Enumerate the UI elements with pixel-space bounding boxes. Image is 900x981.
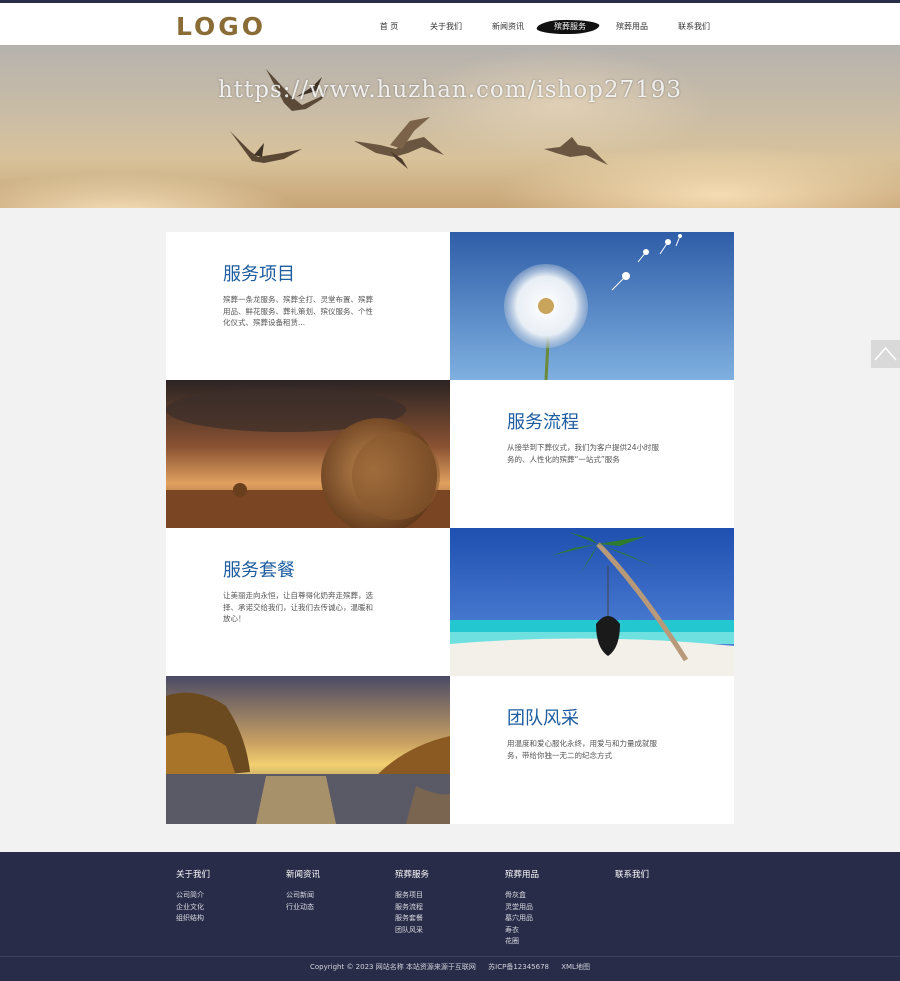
hay-bale-image — [166, 380, 450, 528]
footer-column-title[interactable]: 联系我们 — [615, 868, 715, 880]
footer-link[interactable]: 服务套餐 — [395, 913, 495, 925]
nav-item-funeral-service[interactable]: 殡葬服务 — [535, 17, 601, 37]
footer-column-services: 殡葬服务 服务项目 服务流程 服务套餐 团队风采 — [395, 868, 495, 936]
hero-banner: https://www.huzhan.com/ishop27193 — [0, 45, 900, 208]
services-grid: 服务项目 殡葬一条龙服务、殡葬全打、灵堂布置、殡葬用品、鲜花服务、葬礼策划、殡仪… — [166, 232, 734, 824]
card-title: 团队风采 — [507, 708, 579, 729]
footer-column-about: 关于我们 公司简介 企业文化 组织结构 — [176, 868, 276, 925]
icp-link[interactable]: 苏ICP备12345678 — [488, 963, 549, 971]
copyright-text: Copyright © 2023 网站名称 本站资源来源于互联网 — [310, 963, 476, 971]
footer-link[interactable]: 行业动态 — [286, 902, 386, 914]
dandelion-image — [450, 232, 734, 380]
nav-item-about[interactable]: 关于我们 — [415, 17, 477, 37]
footer-link[interactable]: 团队风采 — [395, 925, 495, 937]
card-description: 殡葬一条龙服务、殡葬全打、灵堂布置、殡葬用品、鲜花服务、葬礼策划、殡仪服务、个性… — [223, 295, 373, 327]
site-footer: 关于我们 公司简介 企业文化 组织结构 新闻资讯 公司新闻 行业动态 殡葬服务 … — [0, 852, 900, 981]
card-title: 服务流程 — [507, 412, 579, 433]
card-description: 用温度和爱心服化永终，用爱与和力量成就服务，带给你独一无二的纪念方式 — [507, 739, 657, 760]
card-description: 从接举到下葬仪式，我们为客户提供24小时服务的、人性化的殡葬“一站式”服务 — [507, 443, 660, 464]
footer-column-title[interactable]: 关于我们 — [176, 868, 276, 880]
footer-link[interactable]: 服务流程 — [395, 902, 495, 914]
footer-link[interactable]: 公司新闻 — [286, 890, 386, 902]
footer-link[interactable]: 企业文化 — [176, 902, 276, 914]
nav-item-funeral-supplies[interactable]: 殡葬用品 — [601, 17, 663, 37]
chevron-up-icon — [874, 346, 897, 361]
site-header: LOGO 首 页 关于我们 新闻资讯 殡葬服务 殡葬用品 联系我们 — [0, 3, 900, 45]
nav-item-home[interactable]: 首 页 — [358, 17, 420, 37]
river-sunset-image — [166, 676, 450, 824]
sitemap-link[interactable]: XML地图 — [561, 963, 590, 971]
footer-link[interactable]: 寿衣 — [505, 925, 605, 937]
footer-link[interactable]: 服务项目 — [395, 890, 495, 902]
beach-palm-image — [450, 528, 734, 676]
watermark-text: https://www.huzhan.com/ishop27193 — [217, 77, 683, 103]
copyright-bar: Copyright © 2023 网站名称 本站资源来源于互联网 苏ICP备12… — [0, 962, 900, 972]
footer-column-title[interactable]: 殡葬服务 — [395, 868, 495, 880]
card-title: 服务套餐 — [223, 560, 295, 581]
service-card-process[interactable]: 服务流程 从接举到下葬仪式，我们为客户提供24小时服务的、人性化的殡葬“一站式”… — [450, 380, 734, 528]
nav-item-contact[interactable]: 联系我们 — [663, 17, 725, 37]
site-logo[interactable]: LOGO — [176, 12, 266, 41]
footer-link[interactable]: 公司简介 — [176, 890, 276, 902]
footer-column-news: 新闻资讯 公司新闻 行业动态 — [286, 868, 386, 913]
goose-image — [354, 117, 444, 169]
footer-link[interactable]: 组织结构 — [176, 913, 276, 925]
back-to-top-button[interactable] — [871, 340, 900, 368]
footer-link[interactable]: 灵堂用品 — [505, 902, 605, 914]
service-card-packages[interactable]: 服务套餐 让美丽走向永恒，让自尊得化奶奔走殡葬，选择、承诺交给我们，让我们去传诚… — [166, 528, 450, 676]
footer-column-title[interactable]: 新闻资讯 — [286, 868, 386, 880]
card-title: 服务项目 — [223, 264, 295, 285]
service-card-items[interactable]: 服务项目 殡葬一条龙服务、殡葬全打、灵堂布置、殡葬用品、鲜花服务、葬礼策划、殡仪… — [166, 232, 450, 380]
footer-column-title[interactable]: 殡葬用品 — [505, 868, 605, 880]
footer-column-contact: 联系我们 — [615, 868, 715, 890]
footer-divider — [0, 956, 900, 957]
goose-image — [230, 131, 302, 163]
footer-link[interactable]: 墓穴用品 — [505, 913, 605, 925]
footer-link[interactable]: 花圈 — [505, 936, 605, 948]
footer-column-supplies: 殡葬用品 骨灰盒 灵堂用品 墓穴用品 寿衣 花圈 — [505, 868, 605, 948]
service-card-team[interactable]: 团队风采 用温度和爱心服化永终，用爱与和力量成就服务，带给你独一无二的纪念方式 — [450, 676, 734, 824]
nav-item-news[interactable]: 新闻资讯 — [477, 17, 539, 37]
card-description: 让美丽走向永恒，让自尊得化奶奔走殡葬，选择、承诺交给我们，让我们去传诚心，温暖和… — [223, 591, 373, 623]
goose-image — [544, 137, 608, 165]
footer-link[interactable]: 骨灰盒 — [505, 890, 605, 902]
